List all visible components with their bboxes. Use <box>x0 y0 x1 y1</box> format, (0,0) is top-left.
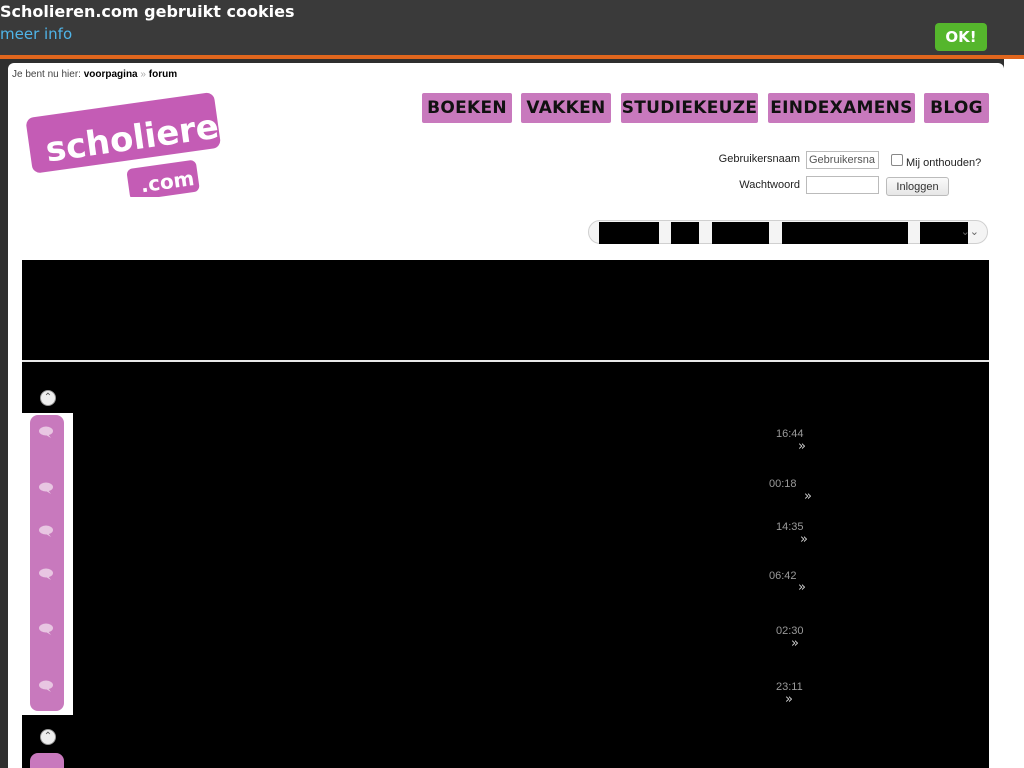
forum-thread-list <box>22 362 989 768</box>
last-post-time: 00:18 <box>769 478 797 490</box>
breadcrumb-prefix: Je bent nu hier: <box>12 69 81 80</box>
subnav-item[interactable] <box>671 222 699 244</box>
cookie-divider <box>0 55 1024 59</box>
sub-navigation: ⌄⌄ <box>588 220 988 244</box>
cookie-title: Scholieren.com gebruikt cookies <box>0 2 295 21</box>
last-post-link[interactable]: » <box>798 580 806 595</box>
chevron-down-icon[interactable]: ⌄⌄ <box>961 225 979 238</box>
forum-icon-strip <box>30 415 64 711</box>
speech-bubble-icon <box>39 623 53 635</box>
scholieren-logo[interactable]: scholieren .com <box>22 91 227 197</box>
nav-vakken[interactable]: VAKKEN <box>521 93 611 123</box>
last-post-link[interactable]: » <box>800 532 808 547</box>
cookie-more-info-link[interactable]: meer info <box>0 25 72 43</box>
username-input[interactable] <box>806 151 879 169</box>
last-post-link[interactable]: » <box>798 439 806 454</box>
breadcrumb-separator: » <box>140 69 146 80</box>
subnav-item[interactable] <box>782 222 908 244</box>
remember-label: Mij onthouden? <box>906 157 982 169</box>
password-label: Wachtwoord <box>739 179 800 191</box>
subnav-item[interactable] <box>712 222 769 244</box>
speech-bubble-icon <box>39 525 53 537</box>
login-button[interactable]: Inloggen <box>886 177 949 196</box>
last-post-link[interactable]: » <box>791 636 799 651</box>
cookie-ok-button[interactable]: OK! <box>935 23 987 51</box>
collapse-icon[interactable]: ⌃ <box>40 390 56 406</box>
last-post-link[interactable]: » <box>785 692 793 707</box>
last-post-time: 02:30 <box>776 625 804 637</box>
nav-blog[interactable]: BLOG <box>924 93 989 123</box>
breadcrumb-home-link[interactable]: voorpagina <box>84 69 138 80</box>
password-input[interactable] <box>806 176 879 194</box>
collapse-icon[interactable]: ⌃ <box>40 729 56 745</box>
nav-studiekeuze[interactable]: STUDIEKEUZE <box>621 93 758 123</box>
speech-bubble-icon <box>39 680 53 692</box>
page-container: Je bent nu hier: voorpagina » forum scho… <box>8 63 1004 768</box>
cookie-banner: Scholieren.com gebruikt cookies meer inf… <box>0 0 1024 55</box>
breadcrumb: Je bent nu hier: voorpagina » forum <box>12 69 177 80</box>
speech-bubble-icon <box>39 482 53 494</box>
breadcrumb-current[interactable]: forum <box>149 69 177 80</box>
nav-boeken[interactable]: BOEKEN <box>422 93 512 123</box>
last-post-link[interactable]: » <box>804 489 812 504</box>
forum-header-block <box>22 260 989 360</box>
forum-icon-strip <box>30 753 64 768</box>
speech-bubble-icon <box>39 568 53 580</box>
nav-eindexamens[interactable]: EINDEXAMENS <box>768 93 915 123</box>
speech-bubble-icon <box>39 426 53 438</box>
last-post-time: 06:42 <box>769 570 797 582</box>
remember-checkbox[interactable] <box>891 154 903 166</box>
username-label: Gebruikersnaam <box>718 153 800 165</box>
scrollbar-gutter <box>1004 59 1024 768</box>
subnav-item[interactable] <box>599 222 659 244</box>
